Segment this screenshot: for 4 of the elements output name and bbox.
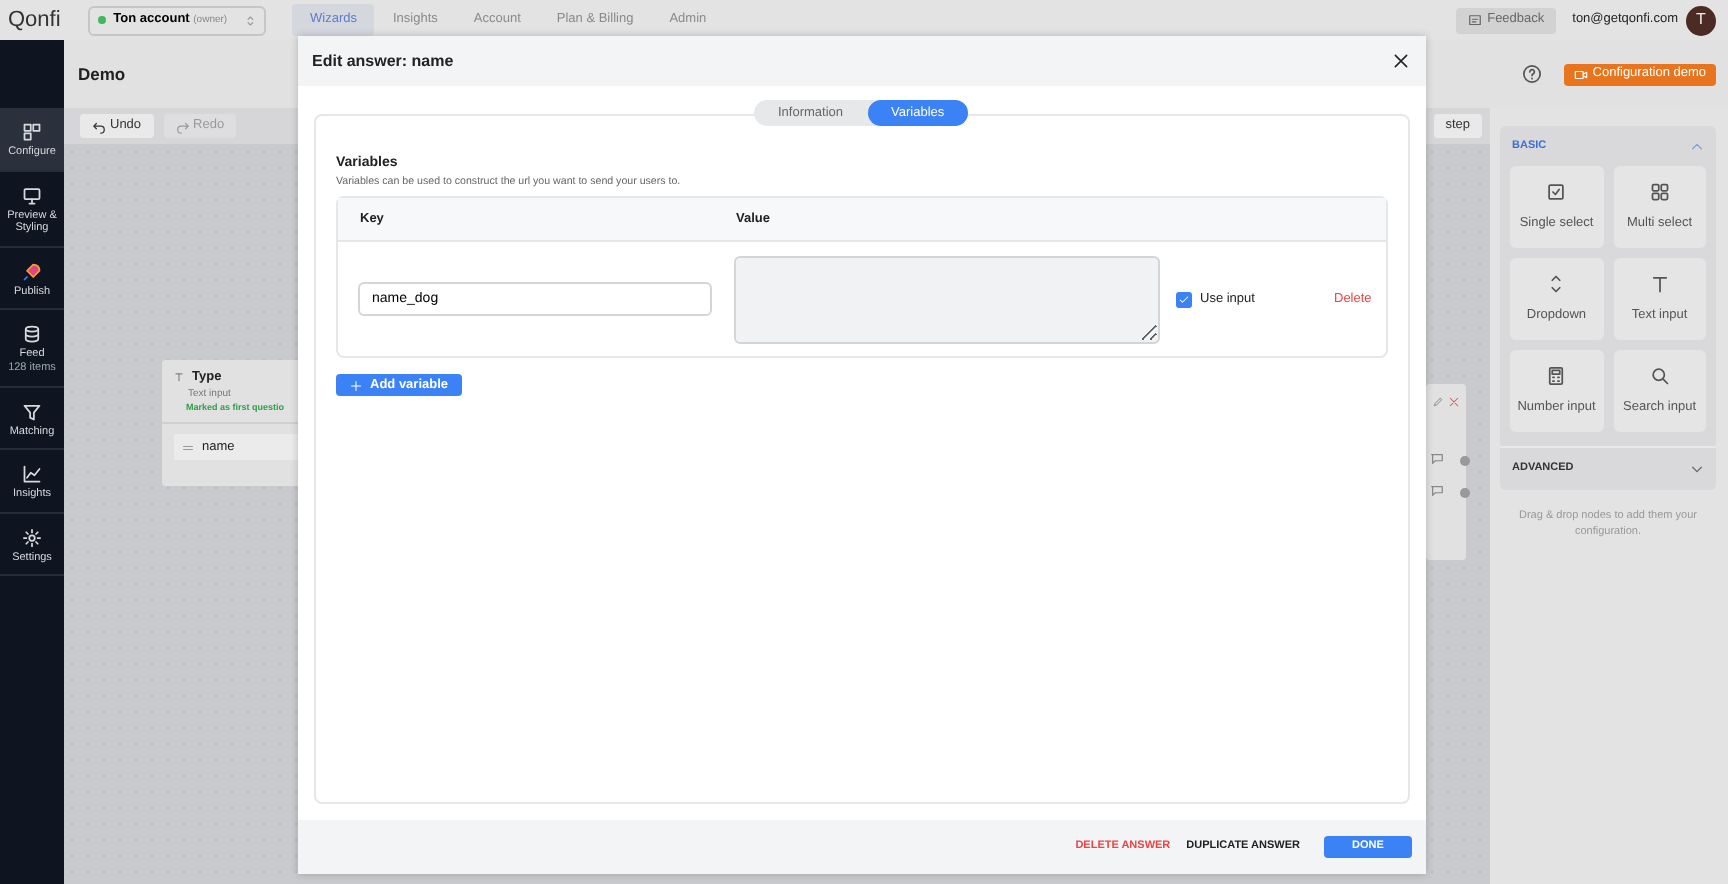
avatar[interactable]: T (1686, 5, 1716, 35)
logo: Qonfi (8, 5, 63, 36)
dialog-title: Edit answer: name (312, 49, 454, 73)
page-title: Demo (78, 61, 126, 87)
